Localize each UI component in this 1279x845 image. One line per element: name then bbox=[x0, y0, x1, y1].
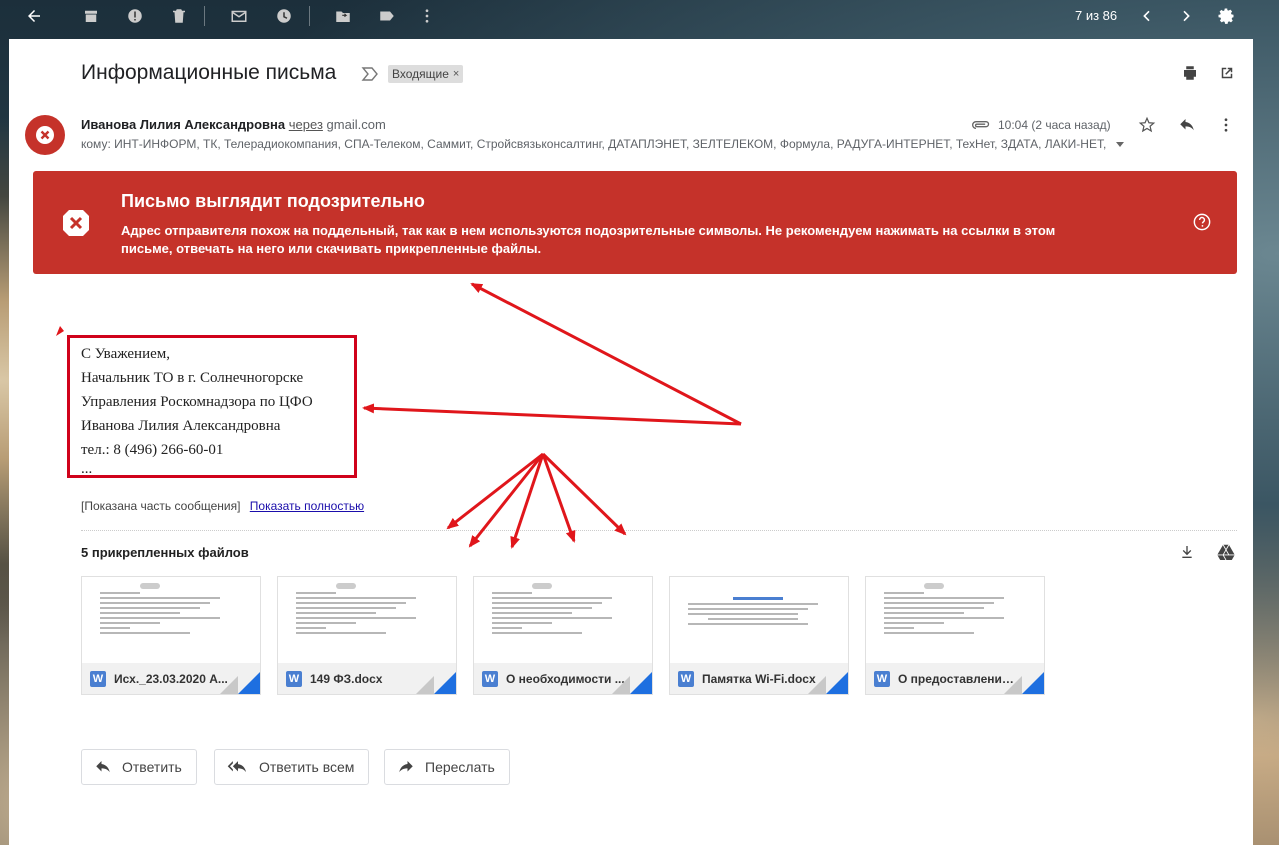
attachment-filename: Памятка Wi-Fi.docx bbox=[702, 672, 816, 686]
attachment-filename: 149 ФЗ.docx bbox=[310, 672, 383, 686]
attachment-preview bbox=[82, 577, 260, 663]
message-subject: Информационные письма bbox=[81, 61, 337, 84]
save-to-drive-icon[interactable] bbox=[1216, 542, 1236, 562]
word-icon: W bbox=[874, 671, 890, 687]
reply-all-label: Ответить всем bbox=[259, 759, 355, 775]
clipped-message-note: [Показана часть сообщения] Показать полн… bbox=[81, 499, 364, 513]
word-icon: W bbox=[482, 671, 498, 687]
show-full-link[interactable]: Показать полностью bbox=[250, 499, 364, 513]
attachment-card[interactable]: W Исх._23.03.2020 А... bbox=[81, 576, 261, 695]
warning-close-circle-icon bbox=[61, 208, 91, 243]
forward-button[interactable]: Переслать bbox=[384, 749, 510, 785]
forward-label: Переслать bbox=[425, 759, 495, 775]
word-icon: W bbox=[678, 671, 694, 687]
recipients-text: кому: ИНТ-ИНФОРМ, ТК, Телерадиокомпания,… bbox=[81, 137, 1107, 151]
archive-icon[interactable] bbox=[79, 4, 103, 28]
star-icon[interactable] bbox=[1137, 115, 1157, 135]
attachment-preview bbox=[670, 577, 848, 663]
message-time: 10:04 (2 часа назад) bbox=[998, 118, 1111, 132]
toolbar: 7 из 86 bbox=[0, 0, 1279, 32]
attachment-preview bbox=[278, 577, 456, 663]
attachment-filename: О предоставлении... bbox=[898, 672, 1018, 686]
reply-arrow-icon bbox=[96, 761, 110, 773]
attachment-clip-icon bbox=[971, 115, 991, 135]
label-icon[interactable] bbox=[375, 4, 399, 28]
more-vert-icon[interactable] bbox=[415, 4, 439, 28]
signature-block: С Уважением, Начальник ТО в г. Солнечног… bbox=[81, 342, 313, 477]
attachment-card[interactable]: W 149 ФЗ.docx bbox=[277, 576, 457, 695]
sender-avatar bbox=[25, 115, 65, 155]
message-panel: Информационные письма Входящие × Иванова… bbox=[9, 39, 1253, 845]
pager-count: 7 из 86 bbox=[1075, 8, 1118, 23]
delete-icon[interactable] bbox=[167, 4, 191, 28]
signature-line: ... bbox=[81, 461, 93, 477]
settings-gear-icon[interactable] bbox=[1214, 4, 1238, 28]
warning-body: Адрес отправителя похож на поддельный, т… bbox=[121, 223, 1056, 256]
download-all-icon[interactable] bbox=[1177, 542, 1197, 562]
reply-all-icon bbox=[227, 761, 247, 773]
chevron-left-icon[interactable] bbox=[1135, 4, 1159, 28]
print-icon[interactable] bbox=[1180, 63, 1200, 83]
word-icon: W bbox=[90, 671, 106, 687]
chevron-right-icon[interactable] bbox=[1174, 4, 1198, 28]
forward-arrow-icon bbox=[399, 761, 413, 773]
reply-all-button[interactable]: Ответить всем bbox=[214, 749, 370, 785]
help-icon[interactable] bbox=[1193, 213, 1211, 236]
recipients-line: кому: ИНТ-ИНФОРМ, ТК, Телерадиокомпания,… bbox=[81, 137, 1124, 151]
label-text: Входящие bbox=[392, 67, 449, 81]
signature-line: Начальник ТО в г. Солнечногорске bbox=[81, 370, 304, 386]
report-spam-icon[interactable] bbox=[123, 4, 147, 28]
sender-name[interactable]: Иванова Лилия Александровна bbox=[81, 117, 285, 132]
attachment-card[interactable]: W Памятка Wi-Fi.docx bbox=[669, 576, 849, 695]
word-icon: W bbox=[286, 671, 302, 687]
signature-line: тел.: 8 (496) 266-60-01 bbox=[81, 442, 224, 458]
sender-domain: gmail.com bbox=[326, 117, 386, 132]
move-to-icon[interactable] bbox=[331, 4, 355, 28]
attachment-preview bbox=[866, 577, 1044, 663]
reply-icon[interactable] bbox=[1177, 115, 1197, 135]
reply-label: Ответить bbox=[122, 759, 182, 775]
open-new-window-icon[interactable] bbox=[1217, 63, 1237, 83]
attachment-preview bbox=[474, 577, 652, 663]
inbox-label-chip: Входящие × bbox=[388, 65, 464, 83]
signature-line: С Уважением, bbox=[81, 346, 171, 362]
attachment-filename: О необходимости ... bbox=[506, 672, 625, 686]
attachment-card[interactable]: W О предоставлении... bbox=[865, 576, 1045, 695]
divider bbox=[81, 530, 1237, 531]
signature-line: Иванова Лилия Александровна bbox=[81, 418, 281, 434]
reply-button[interactable]: Ответить bbox=[81, 749, 197, 785]
more-options-icon[interactable] bbox=[1216, 115, 1236, 135]
signature-line: Управления Роскомнадзора по ЦФО bbox=[81, 394, 313, 410]
sender-line: Иванова Лилия Александровна через gmail.… bbox=[81, 117, 386, 132]
remove-label-button[interactable]: × bbox=[453, 65, 459, 83]
snooze-icon[interactable] bbox=[272, 4, 296, 28]
suspicious-warning-banner: Письмо выглядит подозрительно Адрес отпр… bbox=[33, 171, 1237, 274]
warning-title: Письмо выглядит подозрительно bbox=[121, 191, 425, 211]
attachments-title: 5 прикрепленных файлов bbox=[81, 545, 249, 560]
clipped-text: [Показана часть сообщения] bbox=[81, 499, 241, 513]
recipients-dropdown-icon[interactable] bbox=[1115, 137, 1124, 151]
attachment-card[interactable]: W О необходимости ... bbox=[473, 576, 653, 695]
attachment-filename: Исх._23.03.2020 А... bbox=[114, 672, 228, 686]
back-arrow-icon[interactable] bbox=[22, 4, 46, 28]
mark-unread-icon[interactable] bbox=[227, 4, 251, 28]
importance-marker-icon[interactable] bbox=[361, 67, 379, 86]
via-link[interactable]: через bbox=[289, 117, 323, 132]
